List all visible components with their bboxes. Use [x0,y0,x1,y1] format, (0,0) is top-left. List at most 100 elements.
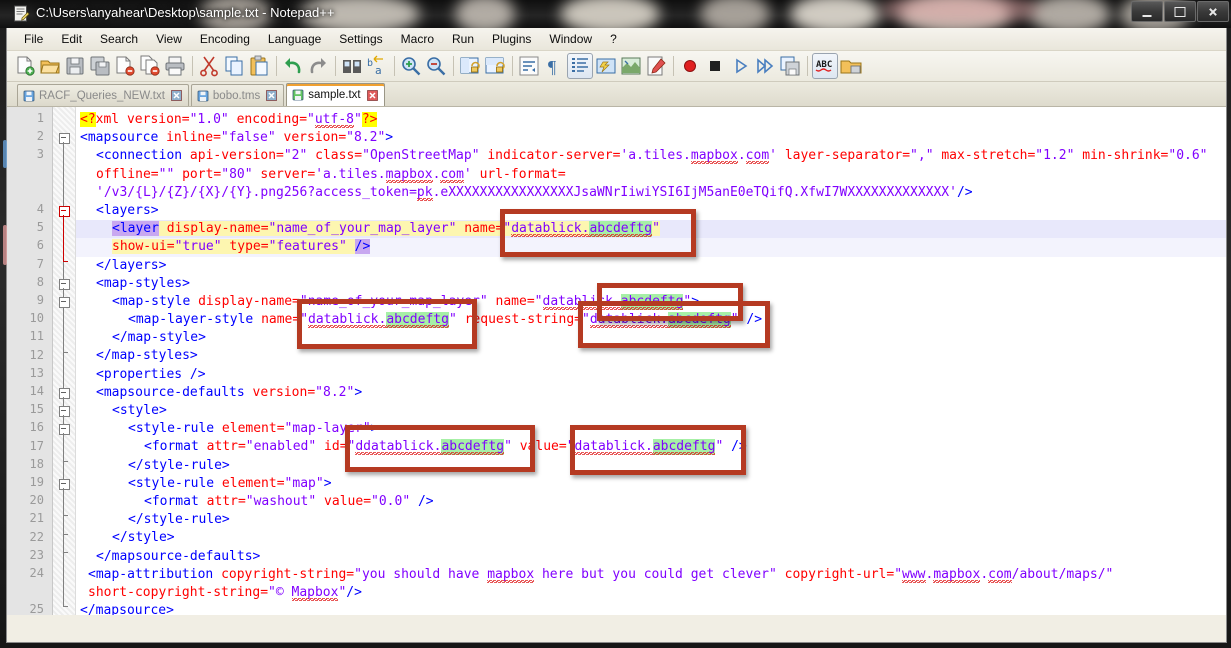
save-macro-icon[interactable] [778,54,802,78]
close-file-icon[interactable] [113,54,137,78]
code-line[interactable]: </style> [80,529,1226,547]
toolbar-separator [673,56,674,76]
menu-search[interactable]: Search [91,30,147,48]
tab-inactive-0[interactable]: RACF_Queries_NEW.txt [17,84,189,106]
code-line[interactable]: short-copyright-string="© Mapbox"/> [80,584,1226,602]
fold-toggle-line-9[interactable] [59,297,70,308]
code-line[interactable]: <style> [80,402,1226,420]
code-line[interactable]: <layer display-name="name_of_your_map_la… [80,220,1226,238]
title-bar[interactable]: C:\Users\anyahear\Desktop\sample.txt - N… [0,0,1231,28]
tab-close-icon[interactable] [367,90,378,101]
close-button[interactable] [1197,1,1229,22]
folder-as-workspace-icon[interactable] [839,54,863,78]
menu-view[interactable]: View [147,30,191,48]
code-line[interactable]: </mapsource-defaults> [80,548,1226,566]
open-file-icon[interactable] [38,54,62,78]
close-all-icon[interactable] [138,54,162,78]
fold-toggle-line-16[interactable] [59,424,70,435]
code-line[interactable]: <map-layer-style name="datablick.abcdeft… [80,311,1226,329]
code-text[interactable]: <?xml version="1.0" encoding="utf-8"?><m… [76,107,1226,615]
fold-line [63,488,64,515]
save-all-icon[interactable] [88,54,112,78]
code-line[interactable]: <map-attribution copyright-string="you s… [80,566,1226,584]
fold-toggle-line-8[interactable] [59,279,70,290]
menu-plugins[interactable]: Plugins [483,30,540,48]
tab-active-2[interactable]: sample.txt [286,83,384,106]
tab-close-icon[interactable] [266,90,277,101]
sync-vertical-scroll-icon[interactable] [458,54,482,78]
menu-run[interactable]: Run [443,30,483,48]
play-macro-icon[interactable] [728,54,752,78]
cut-icon[interactable] [197,54,221,78]
tab-inactive-1[interactable]: bobo.tms [191,84,284,106]
print-icon[interactable] [163,54,187,78]
svg-text:¶: ¶ [548,57,556,77]
stop-record-macro-icon[interactable] [703,54,727,78]
code-line[interactable]: </map-style> [80,329,1226,347]
start-record-macro-icon[interactable] [678,54,702,78]
run-macro-multiple-icon[interactable] [753,54,777,78]
line-number: 1 [37,111,44,125]
code-line[interactable]: </style-rule> [80,511,1226,529]
code-line[interactable]: <?xml version="1.0" encoding="utf-8"?> [80,111,1226,129]
editor[interactable]: 1234567891011121314151617181920212223242… [7,107,1226,615]
show-all-characters-icon[interactable]: ¶ [542,54,566,78]
document-map-icon[interactable] [619,54,643,78]
code-line[interactable]: </style-rule> [80,457,1226,475]
user-defined-dialog-icon[interactable] [594,54,618,78]
code-line[interactable]: <properties /> [80,366,1226,384]
code-line[interactable]: <layers> [80,202,1226,220]
code-line[interactable]: <format attr="enabled" id="ddatablick.ab… [80,438,1226,456]
maximize-button[interactable] [1164,1,1196,22]
code-line[interactable]: <format attr="washout" value="0.0" /> [80,493,1226,511]
fold-toggle-line-2[interactable] [59,133,70,144]
fold-toggle-line-14[interactable] [59,388,70,399]
code-line[interactable]: <style-rule element="map"> [80,475,1226,493]
redo-icon[interactable] [306,54,330,78]
zoom-out-icon[interactable] [424,54,448,78]
code-line[interactable]: <mapsource-defaults version="8.2"> [80,384,1226,402]
menu-help[interactable]: ? [601,30,626,48]
save-icon[interactable] [63,54,87,78]
copy-icon[interactable] [222,54,246,78]
code-line[interactable]: <map-styles> [80,275,1226,293]
scrollbar-marker [3,140,7,168]
menu-settings[interactable]: Settings [330,30,391,48]
spell-check-icon[interactable]: ABC [812,53,838,79]
code-line[interactable]: </map-styles> [80,347,1226,365]
minimize-button[interactable] [1131,1,1163,22]
find-icon[interactable] [340,54,364,78]
fold-margin[interactable] [53,107,76,615]
tab-label: sample.txt [308,89,360,101]
menu-language[interactable]: Language [259,30,330,48]
code-line[interactable]: <map-style display-name="name_of_your_ma… [80,293,1226,311]
code-line[interactable]: <mapsource inline="false" version="8.2"> [80,129,1226,147]
menu-encoding[interactable]: Encoding [191,30,259,48]
menu-file[interactable]: File [15,30,52,48]
code-viewport[interactable]: <?xml version="1.0" encoding="utf-8"?><m… [76,107,1226,615]
code-line[interactable]: </mapsource> [80,602,1226,615]
code-line[interactable]: <connection api-version="2" class="OpenS… [80,147,1226,165]
paste-icon[interactable] [247,54,271,78]
new-file-icon[interactable] [13,54,37,78]
menu-macro[interactable]: Macro [392,30,443,48]
undo-icon[interactable] [281,54,305,78]
zoom-in-icon[interactable] [399,54,423,78]
replace-icon[interactable]: ba [365,54,389,78]
word-wrap-icon[interactable] [517,54,541,78]
menu-edit[interactable]: Edit [52,30,91,48]
code-line[interactable]: </layers> [80,257,1226,275]
menu-window[interactable]: Window [540,30,601,48]
fold-toggle-line-4[interactable] [59,206,70,217]
function-list-icon[interactable] [644,54,668,78]
fold-line-end [63,534,68,535]
show-indent-guide-icon[interactable] [567,53,593,79]
code-line[interactable]: '/v3/{L}/{Z}/{X}/{Y}.png256?access_token… [80,184,1226,202]
code-line[interactable]: <style-rule element="map-layer"> [80,420,1226,438]
code-line[interactable]: show-ui="true" type="features" /> [80,238,1226,256]
sync-horizontal-scroll-icon[interactable] [483,54,507,78]
fold-toggle-line-15[interactable] [59,406,70,417]
fold-toggle-line-19[interactable] [59,479,70,490]
code-line[interactable]: offline="" port="80" server='a.tiles.map… [80,166,1226,184]
tab-close-icon[interactable] [171,90,182,101]
